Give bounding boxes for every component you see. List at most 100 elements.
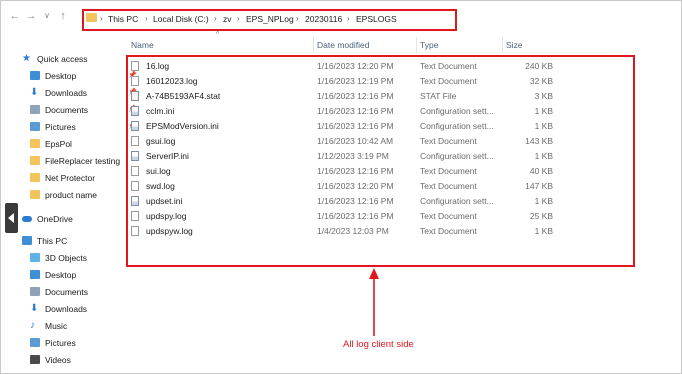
file-size: 143 KB [525,136,553,146]
sidebar-item-label: Music [45,321,68,331]
file-date: 1/16/2023 12:16 PM [317,121,394,131]
sidebar-item-label: OneDrive [37,214,73,224]
file-size: 240 KB [525,61,553,71]
file-size: 40 KB [529,166,553,176]
file-name: gsui.log [146,136,176,146]
this-pc-icon [22,236,32,245]
forward-icon[interactable]: → [24,9,38,23]
sidebar-item-label: Desktop [45,270,77,280]
file-name: swd.log [146,181,175,191]
file-row[interactable]: cclm.ini 1/16/2023 12:16 PM Configuration … [131,104,561,119]
sidebar-item-label: Pictures [45,338,76,348]
recent-locations-icon[interactable]: ∨ [40,9,54,23]
file-size: 1 KB [534,151,553,161]
file-name: updspyw.log [146,226,193,236]
desktop-icon [30,270,40,279]
text-file-icon [131,181,139,191]
sidebar-item-label: Downloads [45,304,88,314]
desktop-icon [30,71,40,80]
file-type: Text Document [420,226,477,236]
config-file-icon [131,106,139,116]
file-row[interactable]: updspyw.log 1/4/2023 12:03 PM Text Documen… [131,224,561,239]
download-icon: ⬇ [30,303,39,314]
pictures-icon [30,338,40,347]
file-size: 32 KB [529,76,553,86]
file-row[interactable]: updspy.log 1/16/2023 12:16 PM Text Documen… [131,209,561,224]
file-row[interactable]: ServerIP.ini 1/12/2023 3:19 PM Configurati… [131,149,561,164]
pane-collapse-handle[interactable] [5,203,18,233]
sidebar-item-label: Desktop [45,71,77,81]
file-date: 1/12/2023 3:19 PM [317,151,389,161]
file-name: 16.log [146,61,170,71]
file-row[interactable]: EPSModVersion.ini 1/16/2023 12:16 PM Confi… [131,119,561,134]
file-date: 1/16/2023 10:42 AM [317,136,394,146]
file-name: sui.log [146,166,171,176]
file-name: 16012023.log [146,76,198,86]
file-type: Configuration sett... [420,106,494,116]
text-file-icon [131,226,139,236]
column-header-type[interactable]: Type [420,40,438,50]
file-type: Text Document [420,211,477,221]
sidebar-item-label: product name [45,190,97,200]
file-row[interactable]: A-74B5193AF4.stat 1/16/2023 12:16 PM STAT … [131,89,561,104]
up-icon[interactable]: ↑ [56,9,70,23]
file-row[interactable]: sui.log 1/16/2023 12:16 PM Text Document 40… [131,164,561,179]
folder-icon [30,190,40,199]
sort-ascending-icon: ^ [216,31,220,38]
file-row[interactable]: gsui.log 1/16/2023 10:42 AM Text Document 1… [131,134,561,149]
address-highlight-box [82,9,457,31]
file-date: 1/16/2023 12:19 PM [317,76,394,86]
column-header-size[interactable]: Size [506,40,523,50]
config-file-icon [131,196,139,206]
file-row[interactable]: swd.log 1/16/2023 12:20 PM Text Document 14… [131,179,561,194]
column-divider[interactable] [502,37,503,53]
text-file-icon [131,61,139,71]
sidebar-item-label: This PC [37,236,68,246]
folder-icon [30,139,40,148]
file-type: Text Document [420,166,477,176]
folder-icon [30,156,40,165]
file-date: 1/16/2023 12:20 PM [317,61,394,71]
file-date: 1/16/2023 12:16 PM [317,166,394,176]
text-file-icon [131,76,139,86]
text-file-icon [131,166,139,176]
file-name: updset.ini [146,196,183,206]
download-icon: ⬇ [30,87,39,98]
column-divider[interactable] [313,37,314,53]
file-type: Text Document [420,136,477,146]
file-size: 25 KB [529,211,553,221]
file-row[interactable]: updset.ini 1/16/2023 12:16 PM Configuratio… [131,194,561,209]
column-header-name[interactable]: Name [131,40,154,50]
file-type: Configuration sett... [420,151,494,161]
config-file-icon [131,121,139,131]
annotation-label: All log client side [343,339,414,350]
column-header-date[interactable]: Date modified [317,40,369,50]
file-row[interactable]: 16.log 1/16/2023 12:20 PM Text Document 240… [131,59,561,74]
sidebar-item-label: Net Protector [45,173,96,183]
text-file-icon [131,136,139,146]
file-type: Text Document [420,61,477,71]
sidebar-item-label: EpsPol [45,139,72,149]
config-file-icon [131,151,139,161]
file-name: updspy.log [146,211,187,221]
documents-icon [30,287,40,296]
sidebar-item-label: Videos [45,355,71,365]
onedrive-icon [22,216,32,222]
file-row[interactable]: 16012023.log 1/16/2023 12:19 PM Text Docum… [131,74,561,89]
sidebar-item-label: 3D Objects [45,253,88,263]
file-size: 3 KB [534,91,553,101]
file-size: 1 KB [534,121,553,131]
file-type: Configuration sett... [420,121,494,131]
pictures-icon [30,122,40,131]
back-icon[interactable]: ← [8,9,22,23]
file-size: 1 KB [534,226,553,236]
file-name: EPSModVersion.ini [146,121,219,131]
file-size: 1 KB [534,196,553,206]
sidebar-item-label: Quick access [37,54,88,64]
column-divider[interactable] [416,37,417,53]
file-date: 1/16/2023 12:16 PM [317,211,394,221]
annotation-arrow-icon [369,268,379,336]
documents-icon [30,105,40,114]
stat-file-icon [131,91,139,101]
music-icon: ♪ [30,320,35,331]
